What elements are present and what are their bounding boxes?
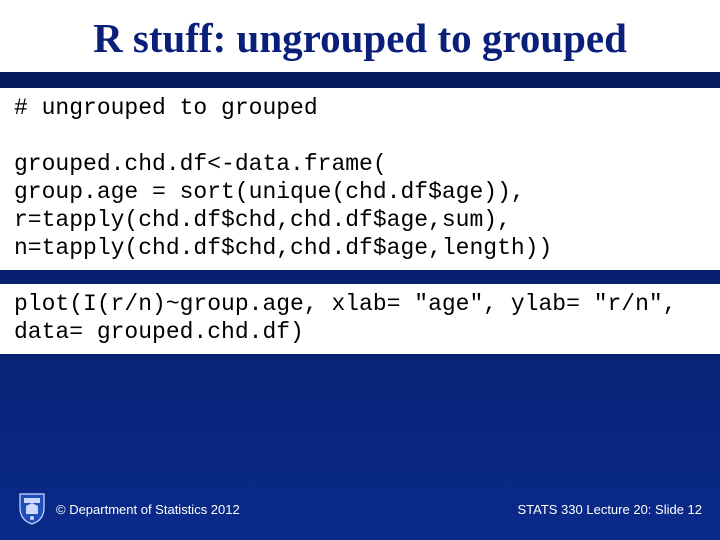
code-text-1: # ungrouped to grouped grouped.chd.df<-d… [14,94,706,262]
slide-footer: © Department of Statistics 2012 STATS 33… [0,492,720,526]
code-block-1: # ungrouped to grouped grouped.chd.df<-d… [0,88,720,270]
code-gap [0,270,720,284]
code-text-2: plot(I(r/n)~group.age, xlab= "age", ylab… [14,290,706,346]
university-crest-icon [18,492,46,526]
code-block-2: plot(I(r/n)~group.age, xlab= "age", ylab… [0,284,720,354]
copyright-text: © Department of Statistics 2012 [56,502,240,517]
slide-reference: STATS 330 Lecture 20: Slide 12 [517,502,702,517]
slide-title: R stuff: ungrouped to grouped [0,0,720,72]
footer-left: © Department of Statistics 2012 [18,492,240,526]
